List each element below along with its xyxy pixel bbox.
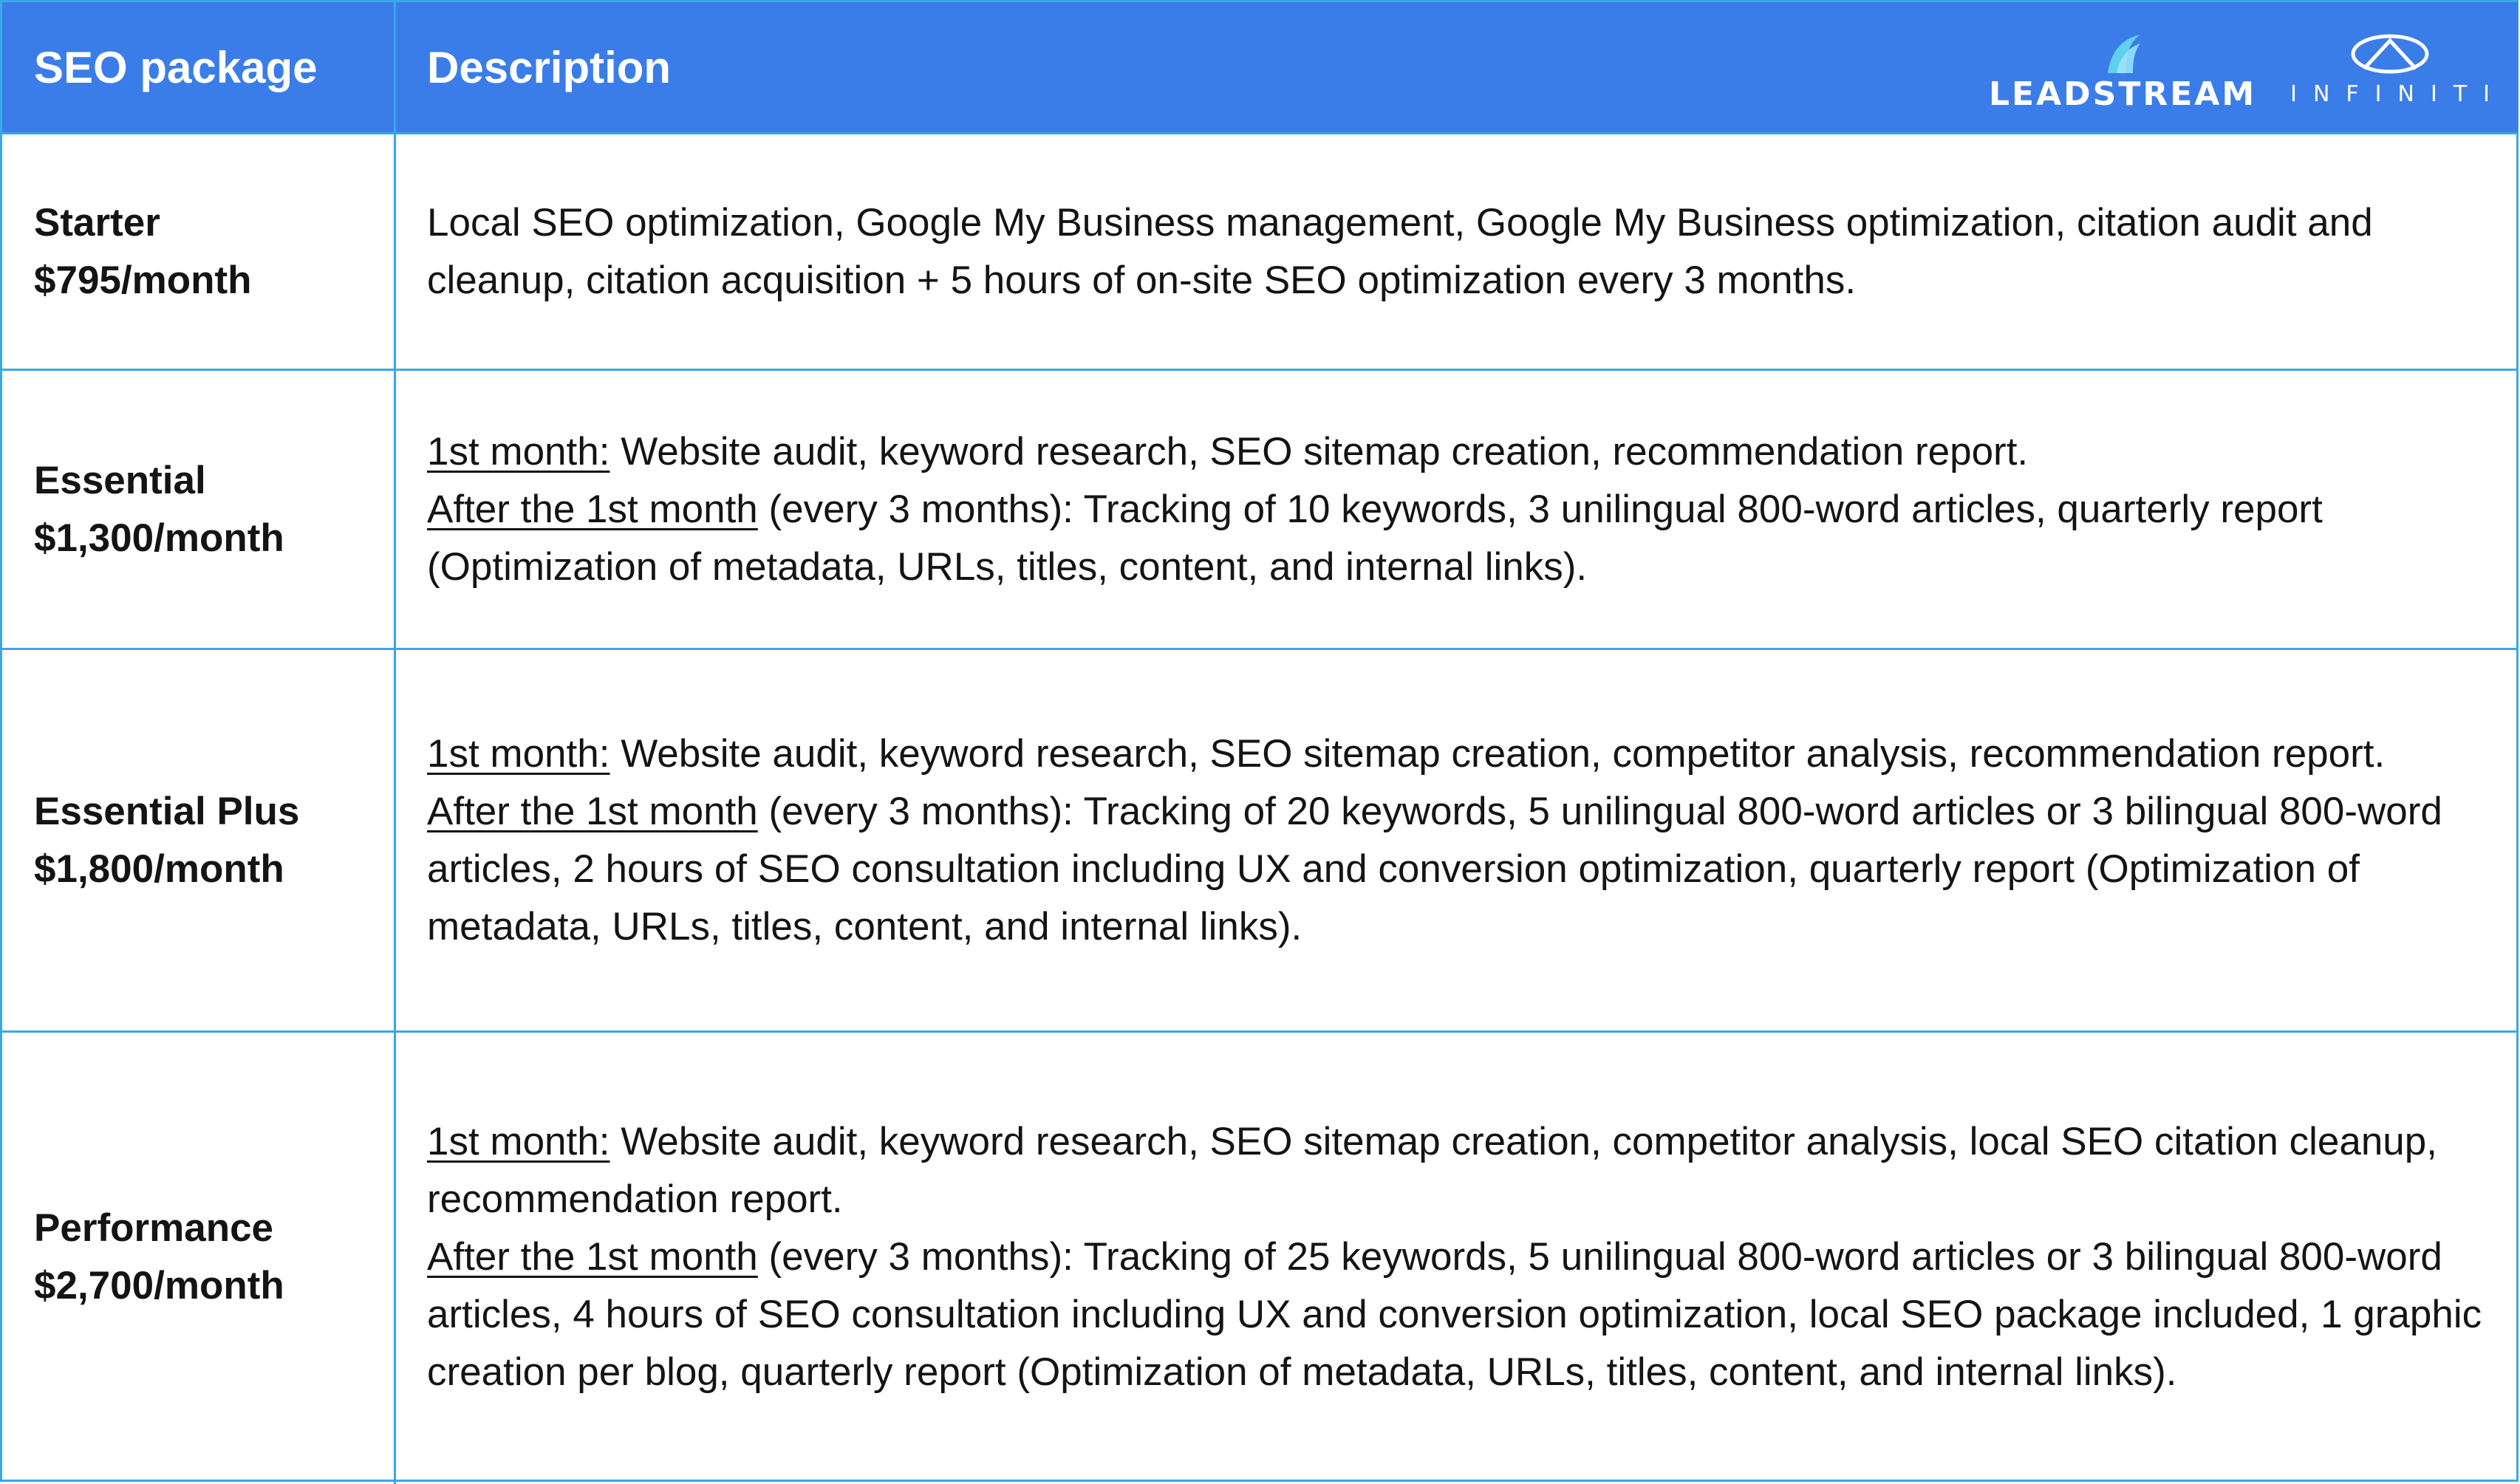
after-first-month-label: After the 1st month — [427, 1235, 758, 1279]
description-text: Website audit, keyword research, SEO sit… — [609, 731, 2386, 776]
table-row: Essential Plus $1,800/month 1st month: W… — [2, 648, 2518, 1030]
first-month-label: 1st month: — [427, 429, 610, 473]
description-paragraph: 1st month: Website audit, keyword resear… — [427, 725, 2496, 783]
seo-packages-table: SEO package Description LEADSTREAM INFIN… — [0, 0, 2519, 1484]
table-row: Starter $795/month Local SEO optimizatio… — [2, 132, 2518, 369]
after-first-month-label: After the 1st month — [427, 789, 758, 833]
package-name: Essential — [34, 458, 206, 502]
description-cell: Local SEO optimization, Google My Busine… — [427, 134, 2496, 369]
infiniti-logo: INFINITI — [2290, 32, 2490, 113]
after-first-month-label: After the 1st month — [427, 487, 758, 531]
header-description: Description — [427, 42, 672, 92]
description-paragraph: Local SEO optimization, Google My Busine… — [427, 194, 2496, 310]
description-paragraph: After the 1st month (every 3 months): Tr… — [427, 481, 2496, 596]
description-cell: 1st month: Website audit, keyword resear… — [427, 1033, 2496, 1482]
package-name: Starter — [34, 200, 160, 245]
description-text: Local SEO optimization, Google My Busine… — [427, 200, 2373, 302]
package-cell: Starter $795/month — [34, 134, 381, 369]
package-price: $1,800/month — [34, 847, 284, 891]
description-paragraph: 1st month: Website audit, keyword resear… — [427, 423, 2496, 481]
package-price: $1,300/month — [34, 516, 284, 560]
package-name: Performance — [34, 1206, 274, 1250]
leadstream-wave-icon — [2108, 35, 2141, 73]
package-name: Essential Plus — [34, 789, 300, 833]
package-price: $795/month — [34, 258, 252, 302]
package-price: $2,700/month — [34, 1264, 284, 1307]
description-paragraph: After the 1st month (every 3 months): Tr… — [427, 783, 2496, 956]
leadstream-wordmark: LEADSTREAM — [1988, 75, 2257, 113]
first-month-label: 1st month: — [427, 731, 610, 776]
table-row: Performance $2,700/month 1st month: Webs… — [2, 1030, 2518, 1482]
description-cell: 1st month: Website audit, keyword resear… — [427, 371, 2496, 648]
package-cell: Essential $1,300/month — [34, 371, 381, 648]
column-divider — [394, 2, 396, 1484]
header-seo-package: SEO package — [34, 42, 318, 92]
brand-logos: LEADSTREAM INFINITI — [1989, 24, 2490, 113]
table-header-row: SEO package Description LEADSTREAM INFIN… — [2, 2, 2518, 132]
table-row: Essential $1,300/month 1st month: Websit… — [2, 369, 2518, 648]
description-text: Website audit, keyword research, SEO sit… — [427, 1120, 2437, 1221]
description-cell: 1st month: Website audit, keyword resear… — [427, 650, 2496, 1030]
package-cell: Essential Plus $1,800/month — [34, 650, 381, 1030]
package-cell: Performance $2,700/month — [34, 1033, 381, 1482]
leadstream-logo: LEADSTREAM — [1989, 32, 2256, 113]
description-paragraph: 1st month: Website audit, keyword resear… — [427, 1113, 2496, 1228]
description-text: Website audit, keyword research, SEO sit… — [609, 429, 2029, 473]
infiniti-emblem-icon — [2351, 34, 2429, 74]
first-month-label: 1st month: — [427, 1120, 610, 1163]
description-paragraph: After the 1st month (every 3 months): Tr… — [427, 1228, 2496, 1401]
infiniti-wordmark: INFINITI — [2290, 81, 2506, 107]
